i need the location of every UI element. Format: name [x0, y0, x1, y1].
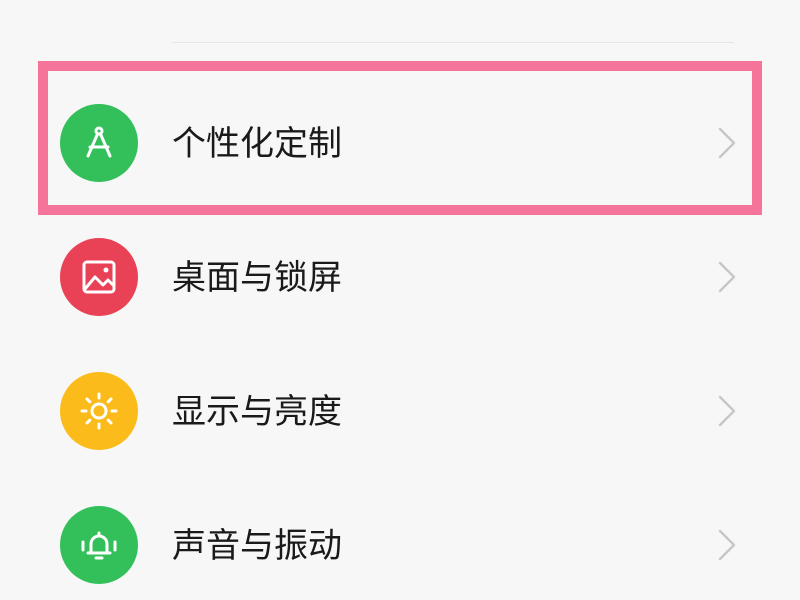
chevron-right-icon [718, 395, 736, 427]
sun-icon [60, 372, 138, 450]
settings-item-label: 显示与亮度 [172, 392, 342, 432]
chevron-right-icon [718, 261, 736, 293]
settings-item-personalization[interactable]: 个性化定制 [0, 76, 800, 210]
settings-item-sound-vibration[interactable]: 声音与振动 [0, 478, 800, 600]
bell-vibrate-icon [60, 506, 138, 584]
settings-item-label: 个性化定制 [172, 124, 342, 164]
compass-icon [60, 104, 138, 182]
settings-item-desktop-lockscreen[interactable]: 桌面与锁屏 [0, 210, 800, 344]
settings-item-label: 声音与振动 [172, 526, 342, 566]
image-icon [60, 238, 138, 316]
settings-item-label: 桌面与锁屏 [172, 258, 342, 298]
settings-item-display-brightness[interactable]: 显示与亮度 [0, 344, 800, 478]
settings-list: 个性化定制 桌面与锁屏 显示与亮度 声音与振动 [0, 0, 800, 600]
settings-screen: 个性化定制 桌面与锁屏 显示与亮度 声音与振动 [0, 0, 800, 600]
chevron-right-icon [718, 127, 736, 159]
chevron-right-icon [718, 529, 736, 561]
